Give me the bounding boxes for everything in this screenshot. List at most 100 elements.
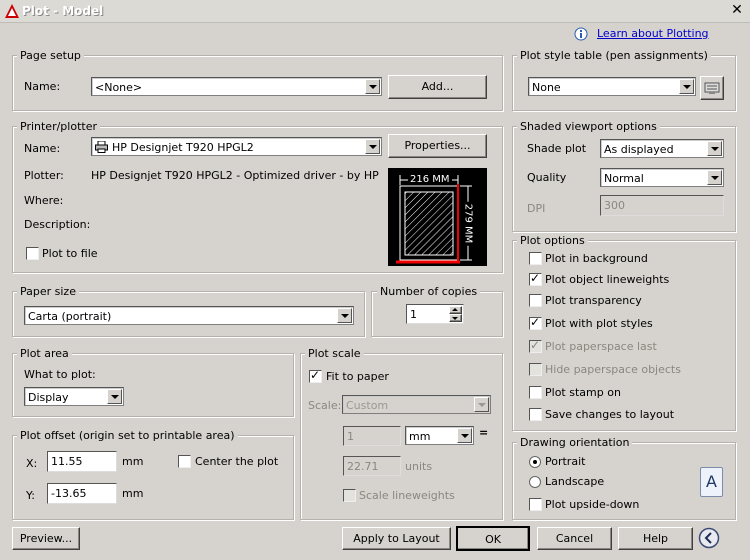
orientation-legend: Drawing orientation <box>517 436 633 449</box>
printer-legend: Printer/plotter <box>17 120 100 133</box>
plot-offset-group <box>12 435 294 520</box>
hide-paperspace-objects-label: Hide paperspace objects <box>545 363 681 376</box>
save-changes-checkbox[interactable] <box>529 408 542 421</box>
scale-numerator-input[interactable]: 1 <box>343 426 401 446</box>
x-label: X: <box>26 457 38 470</box>
preview-width-label: 216 MM <box>408 174 452 185</box>
plot-stamp-on-label: Plot stamp on <box>545 386 621 399</box>
chevron-down-icon[interactable] <box>679 79 694 94</box>
close-icon[interactable]: ✕ <box>728 3 746 19</box>
help-button[interactable]: Help <box>618 527 693 550</box>
dpi-input[interactable]: 300 <box>600 195 724 216</box>
learn-about-plotting-link[interactable]: Learn about Plotting <box>597 27 709 40</box>
paper-size-combo[interactable]: Carta (portrait) <box>24 306 354 325</box>
scale-combo[interactable]: Custom <box>342 395 491 414</box>
preview-button[interactable]: Preview... <box>12 527 80 550</box>
paper-size-legend: Paper size <box>17 285 79 298</box>
copies-stepper[interactable]: 1 <box>406 304 464 324</box>
save-changes-label: Save changes to layout <box>545 408 675 421</box>
apply-to-layout-button[interactable]: Apply to Layout <box>342 527 451 550</box>
scale-label: Scale: <box>308 399 342 412</box>
copies-legend: Number of copies <box>377 285 481 298</box>
plot-area-legend: Plot area <box>17 347 72 360</box>
x-offset-input[interactable]: 11.55 <box>47 451 117 472</box>
y-unit-label: mm <box>122 487 144 500</box>
what-to-plot-label: What to plot: <box>24 368 96 381</box>
ok-button[interactable]: OK <box>456 526 530 551</box>
spin-down-icon[interactable] <box>449 314 462 322</box>
x-unit-label: mm <box>122 455 144 468</box>
scale-unit-combo[interactable]: mm <box>405 426 474 445</box>
plot-offset-legend: Plot offset (origin set to printable are… <box>17 429 238 442</box>
equals-sign: = <box>479 426 489 439</box>
chevron-down-icon[interactable] <box>474 397 489 412</box>
add-button[interactable]: Add... <box>388 75 487 99</box>
dpi-label: DPI <box>527 202 546 215</box>
autocad-app-icon <box>5 4 19 18</box>
shade-plot-combo[interactable]: As displayed <box>600 139 724 158</box>
plot-with-plot-styles-label: Plot with plot styles <box>545 317 653 330</box>
fit-to-paper-checkbox[interactable] <box>309 368 322 383</box>
units-label: units <box>405 460 433 473</box>
preview-height-label: 279 MM <box>462 201 474 246</box>
plot-in-background-checkbox[interactable] <box>529 252 542 265</box>
quality-combo[interactable]: Normal <box>600 168 724 187</box>
description-label: Description: <box>24 218 91 231</box>
plot-paperspace-last-checkbox[interactable] <box>529 338 542 353</box>
y-label: Y: <box>26 489 35 502</box>
chevron-down-icon[interactable] <box>707 170 722 185</box>
properties-button[interactable]: Properties... <box>388 134 487 158</box>
info-icon <box>574 27 588 41</box>
spin-up-icon[interactable] <box>449 306 462 314</box>
page-setup-name-combo[interactable]: <None> <box>91 77 382 96</box>
portrait-label: Portrait <box>545 455 586 468</box>
printer-name-combo[interactable]: HP Designjet T920 HPGL2 <box>91 137 382 156</box>
plot-paperspace-last-label: Plot paperspace last <box>545 340 657 353</box>
printer-icon <box>95 141 108 153</box>
shade-plot-label: Shade plot <box>527 142 587 155</box>
plot-area-group <box>12 353 294 417</box>
what-to-plot-combo[interactable]: Display <box>24 387 124 406</box>
plot-to-file-label: Plot to file <box>42 247 98 260</box>
plot-object-lineweights-checkbox[interactable] <box>529 271 542 286</box>
plot-in-background-label: Plot in background <box>545 252 648 265</box>
plot-with-plot-styles-checkbox[interactable] <box>529 315 542 330</box>
y-offset-input[interactable]: -13.65 <box>47 483 117 504</box>
plot-upside-down-label: Plot upside-down <box>545 498 640 511</box>
chevron-down-icon[interactable] <box>365 79 380 94</box>
orientation-preview-icon: A <box>700 467 723 497</box>
plot-upside-down-checkbox[interactable] <box>529 498 542 511</box>
pen-table-icon <box>704 82 720 94</box>
plot-options-group <box>512 240 736 431</box>
plot-transparency-label: Plot transparency <box>545 294 642 307</box>
plot-options-legend: Plot options <box>517 234 588 247</box>
landscape-label: Landscape <box>545 475 605 488</box>
plotter-label: Plotter: <box>24 169 64 182</box>
portrait-radio[interactable] <box>529 456 541 468</box>
plot-style-legend: Plot style table (pen assignments) <box>517 49 711 62</box>
chevron-down-icon[interactable] <box>107 389 122 404</box>
plot-object-lineweights-label: Plot object lineweights <box>545 273 670 286</box>
landscape-radio[interactable] <box>529 476 541 488</box>
plot-transparency-checkbox[interactable] <box>529 294 542 307</box>
fit-to-paper-label: Fit to paper <box>326 370 389 383</box>
shaded-legend: Shaded viewport options <box>517 120 660 133</box>
hide-paperspace-objects-checkbox[interactable] <box>529 363 542 376</box>
chevron-down-icon[interactable] <box>457 428 472 443</box>
center-the-plot-checkbox[interactable] <box>178 455 191 468</box>
chevron-down-icon[interactable] <box>707 141 722 156</box>
edit-plot-style-button[interactable] <box>700 76 724 100</box>
page-setup-name-label: Name: <box>24 80 61 93</box>
scale-units-input[interactable]: 22.71 <box>343 456 401 476</box>
plotter-value: HP Designjet T920 HPGL2 - Optimized driv… <box>91 169 379 182</box>
scale-lineweights-checkbox[interactable] <box>343 489 356 502</box>
chevron-down-icon[interactable] <box>337 308 352 323</box>
plot-to-file-checkbox[interactable] <box>26 247 39 260</box>
chevron-down-icon[interactable] <box>365 139 380 154</box>
center-the-plot-label: Center the plot <box>195 455 279 468</box>
plot-stamp-on-checkbox[interactable] <box>529 386 542 399</box>
title-bar: Plot - Model ✕ <box>0 0 750 23</box>
plot-style-combo[interactable]: None <box>528 77 696 96</box>
cancel-button[interactable]: Cancel <box>537 527 612 550</box>
collapse-chevron-icon[interactable] <box>698 527 720 549</box>
